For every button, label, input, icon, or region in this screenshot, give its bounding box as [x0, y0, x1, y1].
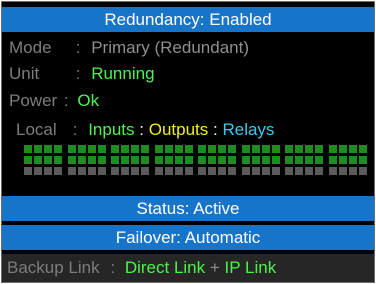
io-indicator-block [285, 145, 325, 153]
io-indicator-block [154, 145, 195, 153]
failover-text: Failover: Automatic [115, 228, 261, 247]
backup-link-row: Backup Link : Direct Link + IP Link [2, 254, 374, 282]
unit-separator: : [75, 64, 81, 83]
unit-row: Unit : Running [9, 63, 155, 85]
io-indicator-block [198, 167, 238, 175]
local-relays: Relays [222, 120, 275, 139]
io-indicator-block [111, 145, 151, 153]
io-indicator-block [285, 167, 325, 175]
status-text: Status: Active [136, 199, 240, 218]
io-indicator-block [154, 167, 195, 175]
io-grid-row-outputs [24, 156, 371, 164]
io-indicator-block [67, 167, 108, 175]
power-value: Ok [77, 91, 100, 110]
power-label: Power [9, 91, 58, 110]
failover-bar: Failover: Automatic [2, 225, 374, 250]
local-row: Local : Inputs : Outputs : Relays [16, 119, 274, 141]
local-separator-3: : [213, 120, 218, 139]
mode-value: Primary (Redundant) [91, 38, 249, 57]
backup-ip-link: IP Link [224, 258, 277, 277]
backup-separator: : [110, 258, 116, 277]
mode-label: Mode [9, 38, 52, 57]
io-grid-row-inputs [24, 145, 371, 153]
io-indicator-block [285, 156, 325, 164]
io-indicator-block [241, 167, 282, 175]
local-outputs: Outputs [148, 120, 209, 139]
io-indicator-block [111, 167, 151, 175]
io-indicator-block [198, 156, 238, 164]
redundancy-status-panel: Redundancy: Enabled Mode : Primary (Redu… [1, 1, 375, 283]
io-indicator-block [241, 145, 282, 153]
unit-value: Running [91, 64, 155, 83]
mode-row: Mode : Primary (Redundant) [9, 37, 249, 59]
local-separator: : [72, 120, 78, 139]
mode-separator: : [75, 38, 81, 57]
backup-plus: + [209, 258, 220, 277]
io-status-grid [24, 145, 371, 178]
redundancy-title-bar: Redundancy: Enabled [2, 7, 374, 32]
io-indicator-block [111, 156, 151, 164]
io-indicator-block [328, 167, 369, 175]
io-indicator-block [67, 156, 108, 164]
redundancy-title: Redundancy: Enabled [104, 10, 272, 29]
io-indicator-block [154, 156, 195, 164]
io-indicator-block [198, 145, 238, 153]
power-separator: : [63, 91, 69, 110]
local-label: Local [16, 120, 57, 139]
io-grid-row-relays [24, 167, 371, 175]
io-indicator-block [328, 156, 369, 164]
backup-label: Backup Link [7, 258, 100, 277]
io-indicator-block [24, 167, 64, 175]
io-indicator-block [241, 156, 282, 164]
io-indicator-block [24, 145, 64, 153]
power-row: Power : Ok [9, 90, 99, 112]
io-indicator-block [328, 145, 369, 153]
local-inputs: Inputs [88, 120, 135, 139]
unit-label: Unit [9, 64, 40, 83]
backup-direct-link: Direct Link [124, 258, 206, 277]
io-indicator-block [67, 145, 108, 153]
io-indicator-block [24, 156, 64, 164]
local-separator-2: : [139, 120, 144, 139]
status-bar: Status: Active [2, 196, 374, 221]
